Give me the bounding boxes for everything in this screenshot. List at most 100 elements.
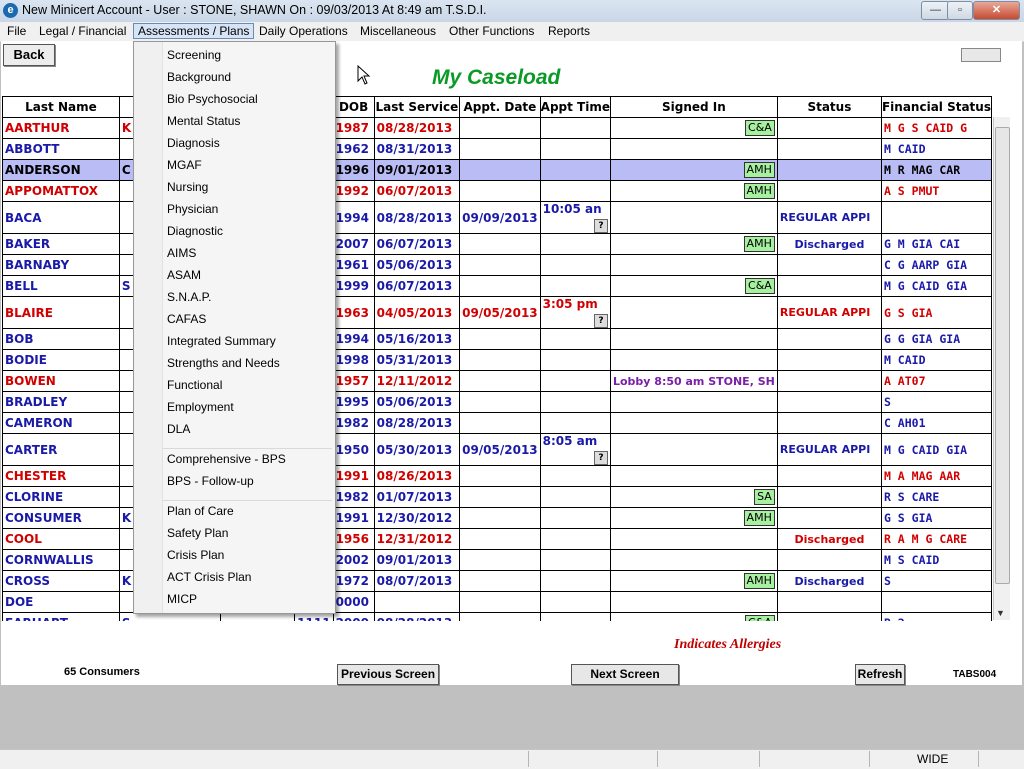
cell-signed[interactable] bbox=[609, 391, 778, 413]
cell-dob[interactable]: 2007 bbox=[332, 233, 375, 255]
cell-appt[interactable] bbox=[459, 328, 541, 350]
cell-appt[interactable] bbox=[459, 254, 541, 276]
cell-dob[interactable]: 1994 bbox=[332, 328, 375, 350]
cell-appt[interactable] bbox=[459, 180, 541, 202]
cell-dob[interactable]: 1999 bbox=[332, 275, 375, 297]
cell-time[interactable] bbox=[539, 233, 611, 255]
cell-appt[interactable]: 09/09/2013 bbox=[459, 201, 541, 234]
menu-legal-financial[interactable]: Legal / Financial bbox=[36, 24, 129, 38]
column-header[interactable]: Appt. Date bbox=[459, 96, 541, 118]
cell-dob[interactable]: 1991 bbox=[332, 465, 375, 487]
cell-fin[interactable]: M G CAID GIA bbox=[880, 433, 992, 466]
cell-appt[interactable] bbox=[459, 275, 541, 297]
cell-appt[interactable] bbox=[459, 391, 541, 413]
scroll-down-arrow-icon[interactable]: ▼ bbox=[996, 608, 1005, 618]
column-header[interactable]: Status bbox=[776, 96, 882, 118]
cell-name[interactable]: BRADLEY bbox=[2, 391, 120, 413]
cell-last[interactable]: 08/28/2013 bbox=[373, 612, 461, 621]
help-icon[interactable]: ? bbox=[593, 219, 608, 233]
cell-dob[interactable]: 1962 bbox=[332, 138, 375, 160]
cell-fin[interactable]: S bbox=[880, 570, 992, 592]
cell-fin[interactable]: G S GIA bbox=[880, 507, 992, 529]
cell-signed[interactable] bbox=[609, 201, 778, 234]
cell-time[interactable] bbox=[539, 549, 611, 571]
cell-name[interactable]: CONSUMER bbox=[2, 507, 120, 529]
column-header[interactable]: Last Name bbox=[2, 96, 120, 118]
cell-status[interactable] bbox=[776, 180, 882, 202]
cell-fin[interactable]: R S CARE bbox=[880, 486, 992, 508]
cell-time[interactable]: 10:05 an? bbox=[539, 201, 611, 234]
column-header[interactable]: Signed In bbox=[609, 96, 778, 118]
vertical-scrollbar[interactable]: ▼ bbox=[993, 117, 1010, 620]
cell-fin[interactable]: M R MAG CAR bbox=[880, 159, 992, 181]
cell-last[interactable]: 08/28/2013 bbox=[373, 201, 461, 234]
menu-assessments-plans[interactable]: Assessments / Plans bbox=[133, 23, 255, 39]
cell-time[interactable] bbox=[539, 370, 611, 392]
cell-appt[interactable] bbox=[459, 349, 541, 371]
cell-last[interactable]: 01/07/2013 bbox=[373, 486, 461, 508]
cell-dob[interactable]: 1972 bbox=[332, 570, 375, 592]
cell-dob[interactable]: 1957 bbox=[332, 370, 375, 392]
cell-time[interactable] bbox=[539, 486, 611, 508]
cell-name[interactable]: EARHART bbox=[2, 612, 120, 621]
cell-fin[interactable]: C AH01 bbox=[880, 412, 992, 434]
dropdown-item[interactable]: Plan of Care bbox=[167, 504, 234, 518]
dropdown-item[interactable]: ASAM bbox=[167, 268, 201, 282]
cell-fin[interactable]: M G S CAID G bbox=[880, 117, 992, 139]
dropdown-item[interactable]: AIMS bbox=[167, 246, 196, 260]
cell-last[interactable]: 09/01/2013 bbox=[373, 549, 461, 571]
cell-dob[interactable]: 0000 bbox=[332, 591, 375, 613]
cell-status[interactable] bbox=[776, 549, 882, 571]
cell-time[interactable] bbox=[539, 412, 611, 434]
cell-status[interactable] bbox=[776, 507, 882, 529]
cell-status[interactable]: Discharged bbox=[776, 570, 882, 592]
cell-fin[interactable]: C G AARP GIA bbox=[880, 254, 992, 276]
cell-name[interactable]: CAMERON bbox=[2, 412, 120, 434]
cell-time[interactable] bbox=[539, 528, 611, 550]
cell-name[interactable]: DOE bbox=[2, 591, 120, 613]
cell-dob[interactable]: 1995 bbox=[332, 391, 375, 413]
cell-name[interactable]: CARTER bbox=[2, 433, 120, 466]
cell-time[interactable] bbox=[539, 391, 611, 413]
cell-fin[interactable]: G G GIA GIA bbox=[880, 328, 992, 350]
maximize-button[interactable]: ▫ bbox=[947, 1, 973, 20]
cell-fin[interactable]: M CAID bbox=[880, 349, 992, 371]
cell-status[interactable]: Discharged bbox=[776, 528, 882, 550]
cell-appt[interactable] bbox=[459, 159, 541, 181]
cell-fin[interactable]: G M GIA CAI bbox=[880, 233, 992, 255]
cell-appt[interactable] bbox=[459, 233, 541, 255]
cell-name[interactable]: APPOMATTOX bbox=[2, 180, 120, 202]
cell-status[interactable] bbox=[776, 486, 882, 508]
cell-last[interactable]: 04/05/2013 bbox=[373, 296, 461, 329]
cell-fin[interactable]: R A M G CARE bbox=[880, 528, 992, 550]
dropdown-item[interactable]: Crisis Plan bbox=[167, 548, 224, 562]
cell-fin[interactable]: R 2 bbox=[880, 612, 992, 621]
close-button[interactable]: ✕ bbox=[973, 1, 1020, 20]
cell-status[interactable]: REGULAR APPI bbox=[776, 296, 882, 329]
menu-file[interactable]: File bbox=[4, 24, 29, 38]
cell-fin[interactable]: M CAID bbox=[880, 138, 992, 160]
cell-dob[interactable]: 1982 bbox=[332, 486, 375, 508]
cell-dob[interactable]: 1963 bbox=[332, 296, 375, 329]
cell-dob[interactable]: 1961 bbox=[332, 254, 375, 276]
cell-fin[interactable] bbox=[880, 591, 992, 613]
small-toolbar-button[interactable] bbox=[961, 48, 1001, 62]
cell-name[interactable]: BACA bbox=[2, 201, 120, 234]
cell-dob[interactable]: 2000 bbox=[332, 612, 375, 621]
column-header[interactable]: Last Service bbox=[373, 96, 461, 118]
cell-dob[interactable]: 1950 bbox=[332, 433, 375, 466]
cell-name[interactable]: ABBOTT bbox=[2, 138, 120, 160]
cell-dob[interactable]: 1987 bbox=[332, 117, 375, 139]
cell-signed[interactable] bbox=[609, 465, 778, 487]
dropdown-item[interactable]: Bio Psychosocial bbox=[167, 92, 258, 106]
cell-name[interactable]: CORNWALLIS bbox=[2, 549, 120, 571]
cell-signed[interactable]: AMH bbox=[609, 507, 778, 529]
cell-fin[interactable]: M A MAG AAR bbox=[880, 465, 992, 487]
cell-last[interactable]: 06/07/2013 bbox=[373, 275, 461, 297]
cell-status[interactable] bbox=[776, 465, 882, 487]
cell-name[interactable]: ANDERSON bbox=[2, 159, 120, 181]
cell-last[interactable]: 05/16/2013 bbox=[373, 328, 461, 350]
dropdown-item[interactable]: Strengths and Needs bbox=[167, 356, 280, 370]
cell-last[interactable]: 05/31/2013 bbox=[373, 349, 461, 371]
cell-appt[interactable]: 09/05/2013 bbox=[459, 433, 541, 466]
